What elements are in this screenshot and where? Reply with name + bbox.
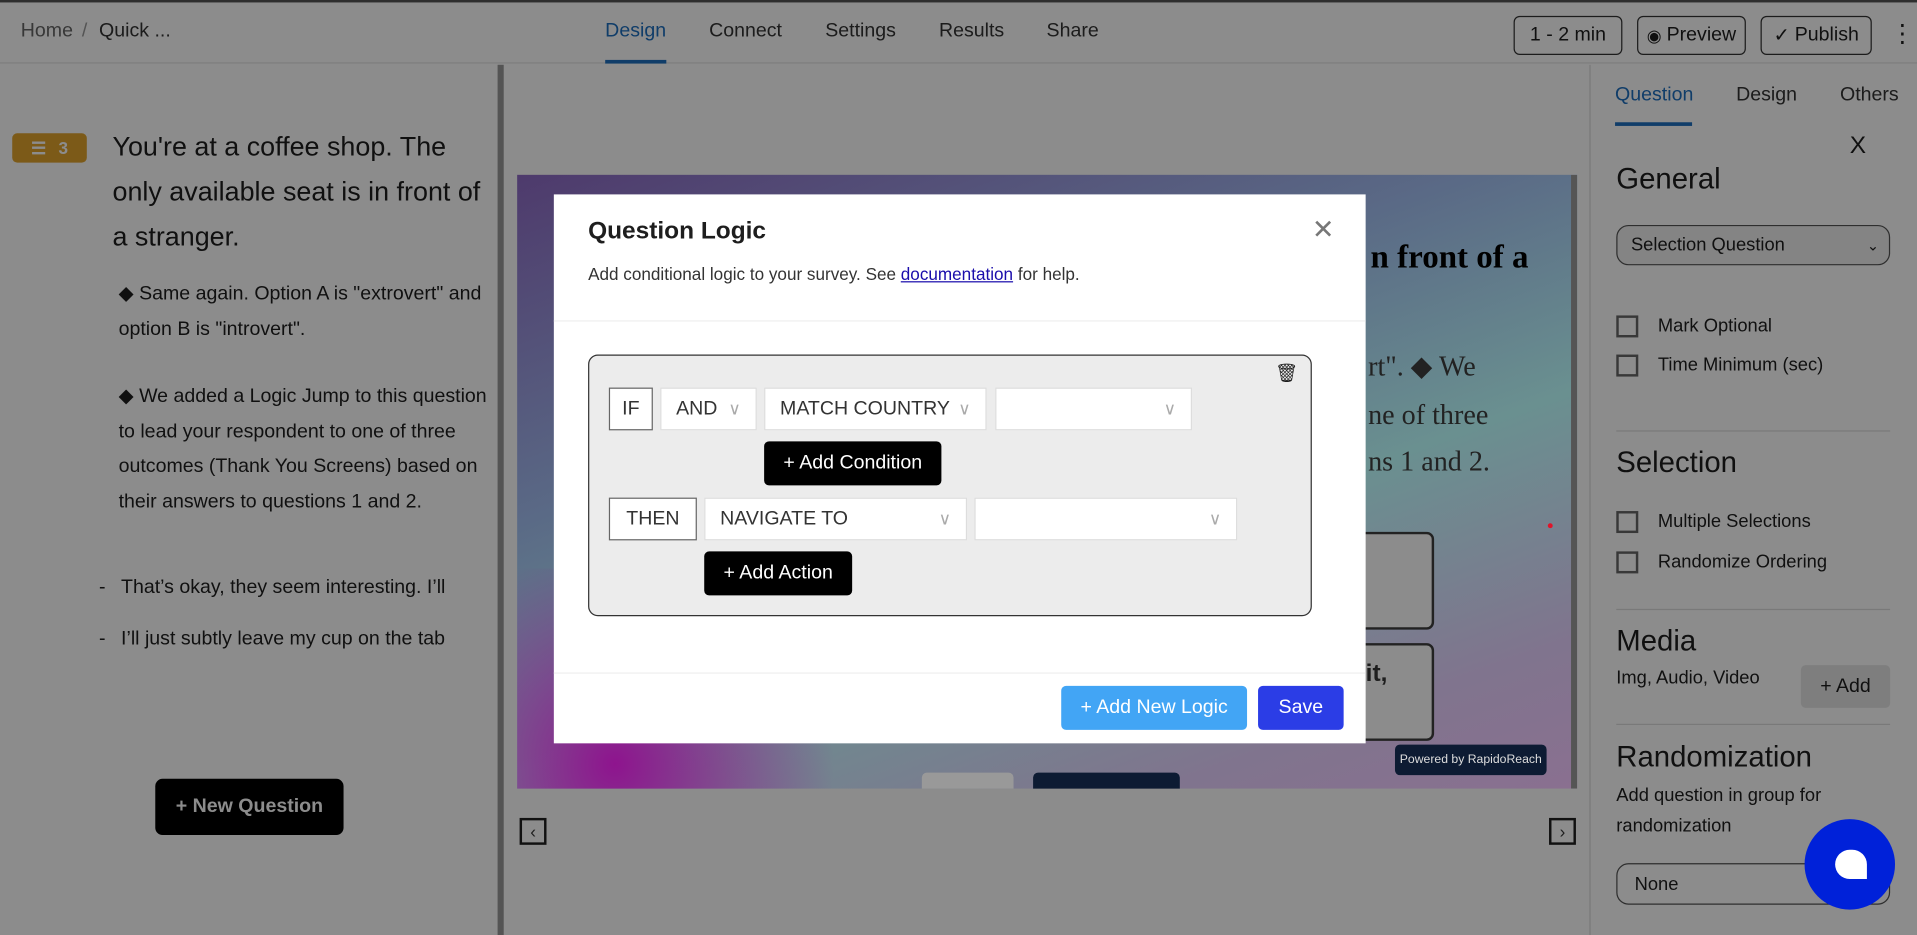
- subtitle-text: Add conditional logic to your survey. Se…: [588, 264, 901, 284]
- submit-button[interactable]: [1033, 772, 1180, 789]
- divider: [553, 320, 1366, 322]
- add-condition-button[interactable]: + Add Condition: [764, 441, 942, 486]
- chevron-down-icon: ∨: [958, 398, 971, 419]
- preview-description-line: rt". ◆ We: [1368, 350, 1476, 382]
- chevron-down-icon: ∨: [728, 398, 741, 419]
- question-logic-modal: Question Logic ✕ Add conditional logic t…: [553, 194, 1366, 744]
- modal-subtitle: Add conditional logic to your survey. Se…: [588, 264, 1080, 284]
- condition-select[interactable]: MATCH COUNTRY ∨: [764, 387, 987, 431]
- close-icon[interactable]: ✕: [1312, 214, 1335, 246]
- survey-editor: Home / Quick ... Design Connect Settings…: [0, 0, 1917, 935]
- divider: [553, 672, 1366, 674]
- subtitle-suffix: for help.: [1013, 264, 1080, 284]
- back-button[interactable]: [921, 772, 1014, 789]
- action-select[interactable]: NAVIGATE TO ∨: [704, 497, 968, 541]
- operator-select[interactable]: AND ∨: [660, 387, 757, 431]
- logic-rule-box: 🗑 IF AND ∨ MATCH COUNTRY ∨ ∨ + Add Conditi…: [588, 354, 1312, 617]
- modal-title: Question Logic: [588, 217, 767, 245]
- operator-value: AND: [676, 397, 718, 419]
- preview-description-line: ns 1 and 2.: [1368, 446, 1490, 477]
- preview-question-title: n front of a: [1370, 238, 1529, 276]
- action-value: NAVIGATE TO: [720, 507, 849, 529]
- preview-description-line: ne of three: [1368, 399, 1489, 431]
- chat-widget-button[interactable]: [1804, 819, 1896, 910]
- red-dot-marker: [1547, 523, 1553, 529]
- trash-icon[interactable]: 🗑: [1275, 362, 1298, 384]
- chevron-down-icon: ∨: [1208, 508, 1222, 529]
- previous-arrow-icon[interactable]: ‹: [519, 817, 547, 845]
- chevron-down-icon: ∨: [938, 508, 952, 529]
- save-button[interactable]: Save: [1258, 685, 1344, 730]
- documentation-link[interactable]: documentation: [901, 264, 1013, 284]
- then-label: THEN: [608, 497, 697, 541]
- preview-option-text: it,: [1365, 660, 1388, 688]
- condition-value-select[interactable]: ∨: [995, 387, 1193, 431]
- preview-scrollbar[interactable]: [1571, 174, 1578, 789]
- chevron-down-icon: ∨: [1163, 398, 1177, 419]
- powered-by-badge[interactable]: Powered by RapidoReach: [1394, 744, 1547, 776]
- next-arrow-icon[interactable]: ›: [1549, 817, 1576, 845]
- condition-value: MATCH COUNTRY: [780, 397, 950, 419]
- action-target-select[interactable]: ∨: [974, 497, 1238, 541]
- if-label: IF: [608, 387, 653, 431]
- chat-bubble-icon: [1835, 849, 1867, 880]
- add-action-button[interactable]: + Add Action: [704, 551, 853, 596]
- add-new-logic-button[interactable]: + Add New Logic: [1061, 685, 1248, 730]
